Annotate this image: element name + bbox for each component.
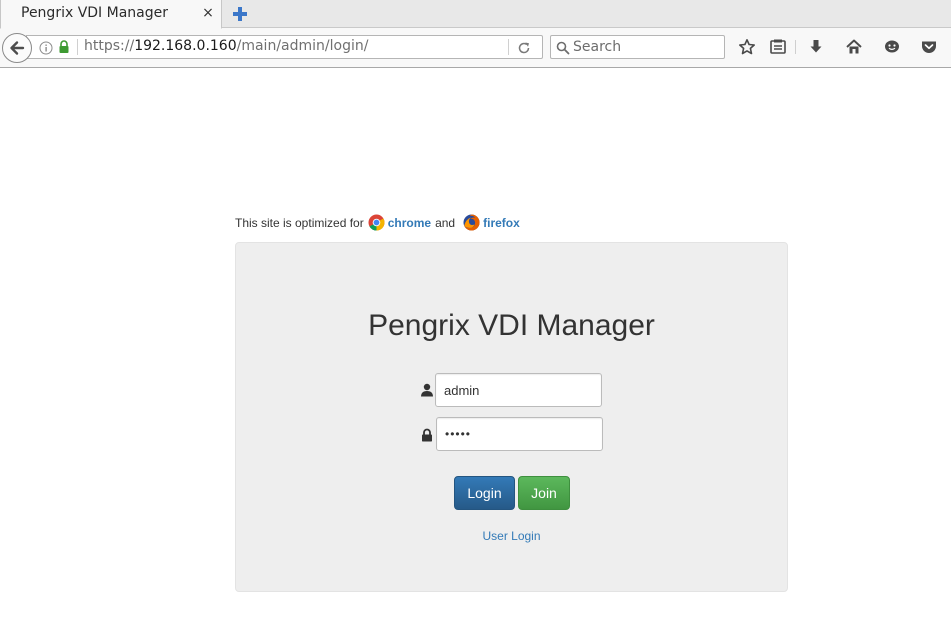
username-field[interactable] — [435, 373, 602, 407]
user-login-link[interactable]: User Login — [236, 529, 787, 543]
firefox-link[interactable]: firefox — [483, 216, 520, 230]
back-arrow-icon — [10, 41, 25, 55]
firefox-logo-icon — [463, 214, 480, 231]
url-text[interactable]: https://192.168.0.160/main/admin/login/ — [84, 38, 368, 54]
join-button[interactable]: Join — [518, 476, 570, 510]
reload-icon[interactable] — [517, 40, 531, 54]
chrome-link[interactable]: chrome — [388, 216, 431, 230]
pocket-icon[interactable] — [920, 38, 938, 56]
password-field[interactable] — [436, 417, 603, 451]
hello-chat-icon[interactable] — [883, 38, 901, 56]
page-title: Pengrix VDI Manager — [368, 309, 655, 342]
page-content: This site is optimized for chrome and fi… — [0, 69, 951, 617]
browser-tab[interactable]: Pengrix VDI Manager × — [0, 0, 222, 29]
notice-conjunction: and — [435, 215, 456, 230]
login-panel: Pengrix VDI Manager Login Join User Logi… — [235, 242, 788, 592]
chrome-logo-icon — [368, 214, 385, 231]
url-bar[interactable]: https://192.168.0.160/main/admin/login/ — [26, 35, 543, 59]
url-separator-right — [508, 39, 509, 55]
home-icon[interactable] — [845, 38, 863, 56]
back-button[interactable] — [2, 33, 32, 63]
toolbar-separator — [795, 40, 796, 54]
new-tab-plus-icon[interactable] — [230, 4, 250, 24]
reading-list-icon[interactable] — [769, 38, 787, 56]
browser-notice: This site is optimized for chrome and fi… — [235, 214, 520, 231]
url-path: /main/admin/login/ — [236, 38, 369, 54]
info-icon[interactable] — [39, 40, 53, 55]
user-icon — [420, 382, 434, 397]
tab-title: Pengrix VDI Manager — [21, 5, 168, 21]
login-button[interactable]: Login — [454, 476, 515, 510]
url-separator — [77, 39, 78, 55]
star-icon[interactable] — [738, 38, 756, 56]
search-icon — [556, 40, 570, 55]
search-bar[interactable] — [550, 35, 725, 59]
url-host: 192.168.0.160 — [134, 38, 237, 54]
tab-strip: Pengrix VDI Manager × — [0, 0, 951, 29]
close-icon[interactable]: × — [200, 4, 216, 22]
search-input[interactable] — [573, 37, 721, 57]
navigation-toolbar: https://192.168.0.160/main/admin/login/ — [0, 28, 951, 68]
notice-prefix: This site is optimized for — [235, 215, 364, 230]
url-scheme: https:// — [84, 38, 135, 54]
lock-icon — [420, 427, 434, 442]
secure-lock-icon[interactable] — [58, 39, 70, 55]
download-icon[interactable] — [807, 38, 825, 56]
